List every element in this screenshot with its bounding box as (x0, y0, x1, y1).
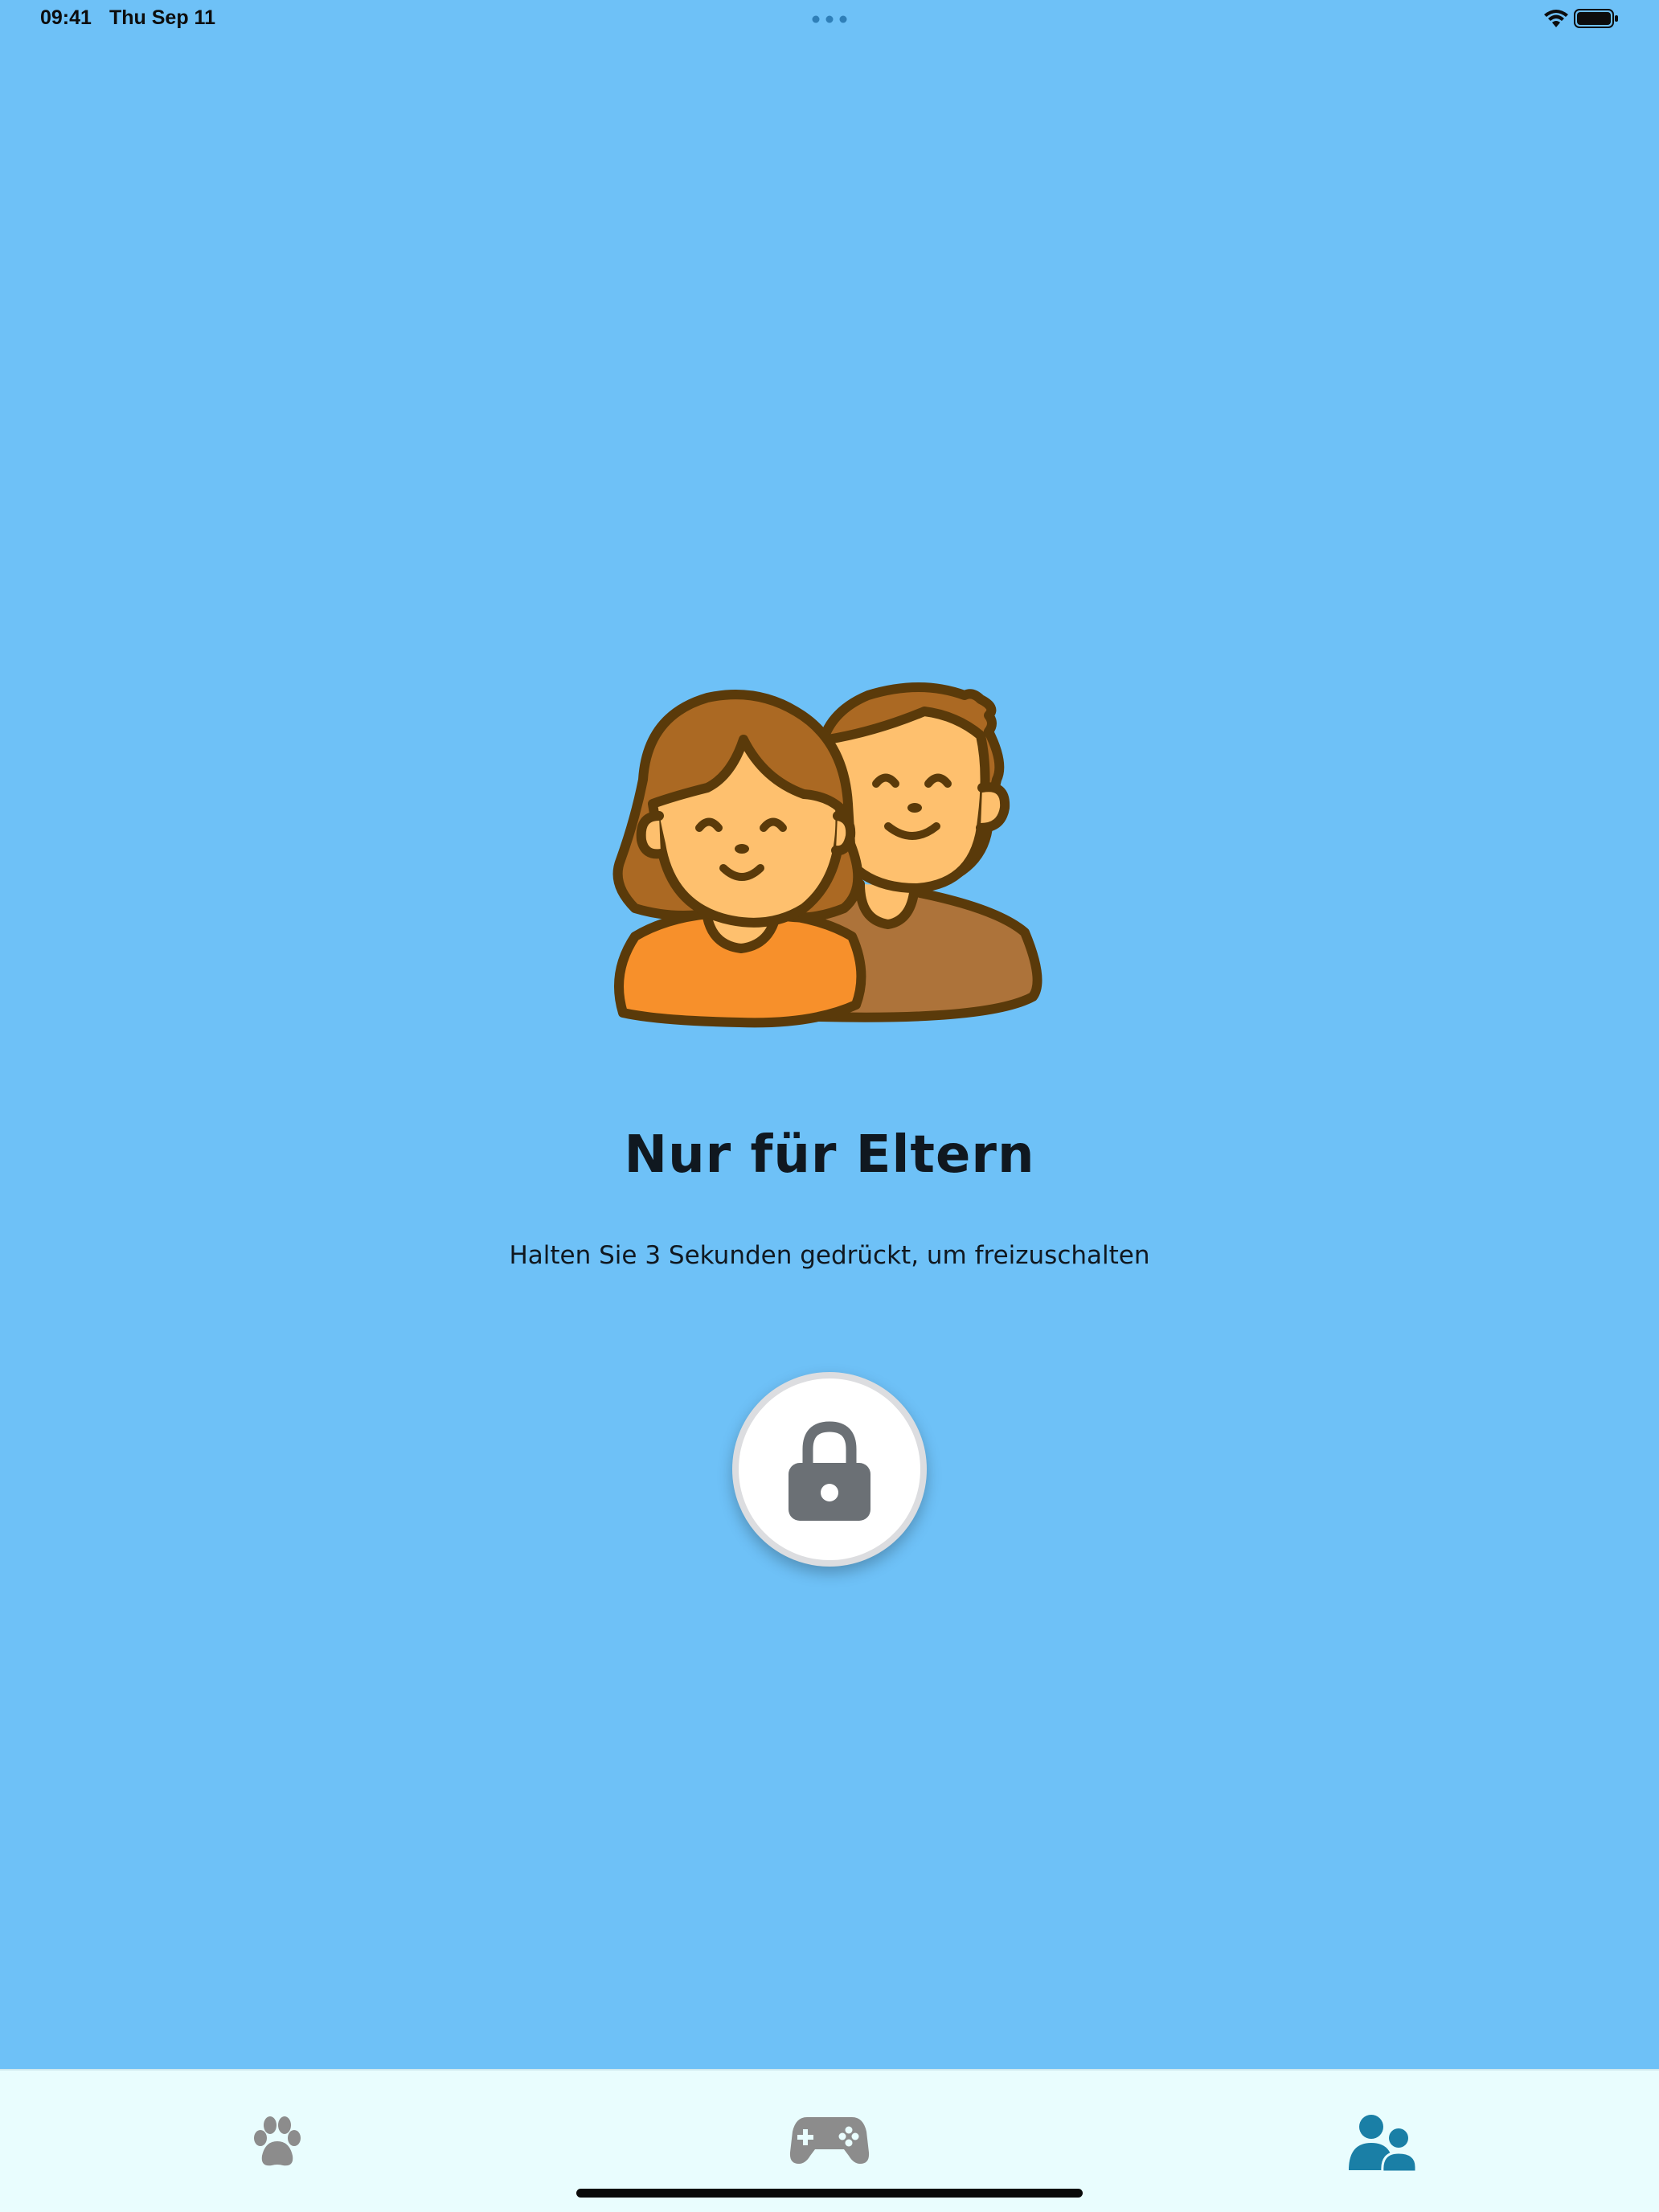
paw-icon (254, 2116, 301, 2166)
battery-icon (1574, 9, 1618, 28)
parents-user-icon (1349, 2115, 1416, 2173)
status-bar: 09:41 Thu Sep 11 (0, 0, 1659, 39)
status-date: Thu Sep 11 (109, 6, 215, 29)
multitasking-dots-icon[interactable] (812, 15, 847, 23)
page-title: Nur für Eltern (624, 1125, 1035, 1185)
home-indicator[interactable] (576, 2189, 1083, 2198)
page-subtitle: Halten Sie 3 Sekunden gedrückt, um freiz… (509, 1241, 1150, 1270)
tab-parents[interactable] (1294, 2071, 1471, 2183)
tab-games[interactable] (741, 2071, 918, 2183)
tab-pets[interactable] (189, 2071, 366, 2183)
unlock-button[interactable] (732, 1372, 927, 1567)
status-time: 09:41 (40, 6, 92, 29)
mother-figure (612, 690, 866, 1028)
lock-icon (789, 1421, 870, 1521)
parents-icon (612, 682, 1043, 1028)
wifi-icon (1544, 10, 1568, 27)
gamepad-icon (789, 2117, 870, 2164)
